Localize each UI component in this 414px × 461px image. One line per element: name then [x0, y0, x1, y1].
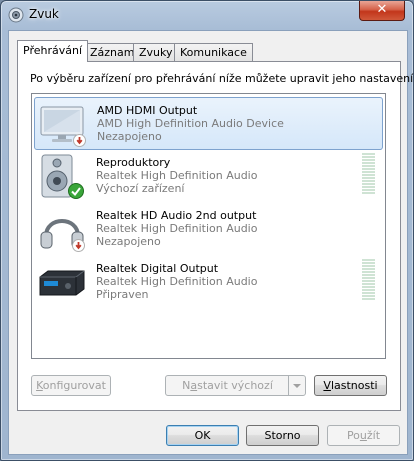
device-status: Výchozí zařízení	[96, 182, 185, 195]
volume-meter	[362, 153, 375, 197]
configure-button[interactable]: Konfigurovat	[31, 375, 111, 396]
device-item-reproduktory[interactable]: Reproduktory Realtek High Definition Aud…	[34, 150, 381, 201]
chevron-down-icon[interactable]	[288, 376, 305, 395]
speaker-app-icon	[8, 7, 24, 23]
device-item-realtek-hd-audio-2nd-output[interactable]: Realtek HD Audio 2nd output Realtek High…	[34, 203, 381, 254]
title-bar[interactable]: Zvuk ✕	[1, 1, 413, 29]
ok-button[interactable]: OK	[166, 425, 239, 446]
device-name: Realtek Digital Output	[96, 262, 219, 275]
device-item-realtek-digital-output[interactable]: Realtek Digital Output Realtek High Defi…	[34, 256, 381, 307]
device-status: Nezapojeno	[96, 235, 161, 248]
tab-label: Komunikace	[180, 46, 247, 59]
device-name: AMD HDMI Output	[97, 104, 198, 117]
tab-recording[interactable]: Záznam	[84, 43, 141, 61]
tab-sounds[interactable]: Zvuky	[133, 43, 179, 61]
properties-button[interactable]: Vlastnosti	[314, 375, 387, 396]
close-icon: ✕	[376, 2, 388, 17]
apply-label: Použít	[346, 429, 381, 442]
window-title: Zvuk	[29, 7, 59, 21]
playback-tab-panel: Po výběru zařízení pro přehrávání níže m…	[17, 61, 414, 411]
device-status: Připraven	[96, 288, 149, 301]
device-description: Realtek High Definition Audio	[96, 222, 258, 235]
device-description: Realtek High Definition Audio	[96, 275, 258, 288]
cancel-button[interactable]: Storno	[246, 425, 319, 446]
unplugged-badge-icon	[72, 239, 85, 252]
tab-playback[interactable]: Přehrávání	[17, 40, 89, 62]
default-check-badge-icon	[68, 183, 84, 199]
set-default-split-button[interactable]: Nastavit výchozí	[165, 375, 306, 396]
dialog-client-area: Přehrávání Záznam Zvuky Komunikace Po vý…	[8, 30, 414, 455]
configure-mnemonic: K	[36, 379, 43, 392]
device-list[interactable]: AMD HDMI Output AMD High Definition Audi…	[31, 93, 386, 359]
instruction-text: Po výběru zařízení pro přehrávání níže m…	[30, 72, 414, 85]
device-description: AMD High Definition Audio Device	[97, 117, 284, 130]
device-description: Realtek High Definition Audio	[96, 169, 258, 182]
tab-label: Zvuky	[139, 46, 173, 59]
device-item-amd-hdmi-output[interactable]: AMD HDMI Output AMD High Definition Audi…	[34, 97, 383, 150]
volume-meter	[362, 259, 375, 303]
properties-mnemonic: V	[323, 379, 331, 392]
cancel-label: Storno	[264, 429, 301, 442]
configure-label-rest: onfigurovat	[42, 379, 106, 392]
apply-button[interactable]: Použít	[327, 425, 400, 446]
tab-label: Přehrávání	[23, 44, 83, 57]
close-button[interactable]: ✕	[359, 1, 405, 21]
tab-communications[interactable]: Komunikace	[174, 43, 253, 61]
device-name: Realtek HD Audio 2nd output	[96, 209, 257, 222]
set-default-label: Nastavit výchozí	[182, 379, 273, 392]
device-status: Nezapojeno	[97, 130, 162, 143]
tab-label: Záznam	[90, 46, 135, 59]
ok-label: OK	[194, 429, 211, 442]
properties-label-rest: lastnosti	[330, 379, 378, 392]
device-name: Reproduktory	[96, 156, 171, 169]
digital-receiver-icon	[39, 270, 85, 296]
unplugged-badge-icon	[73, 134, 86, 147]
sound-dialog-window: Zvuk ✕ Přehrávání Záznam Zvuky Komunikac…	[0, 0, 414, 461]
